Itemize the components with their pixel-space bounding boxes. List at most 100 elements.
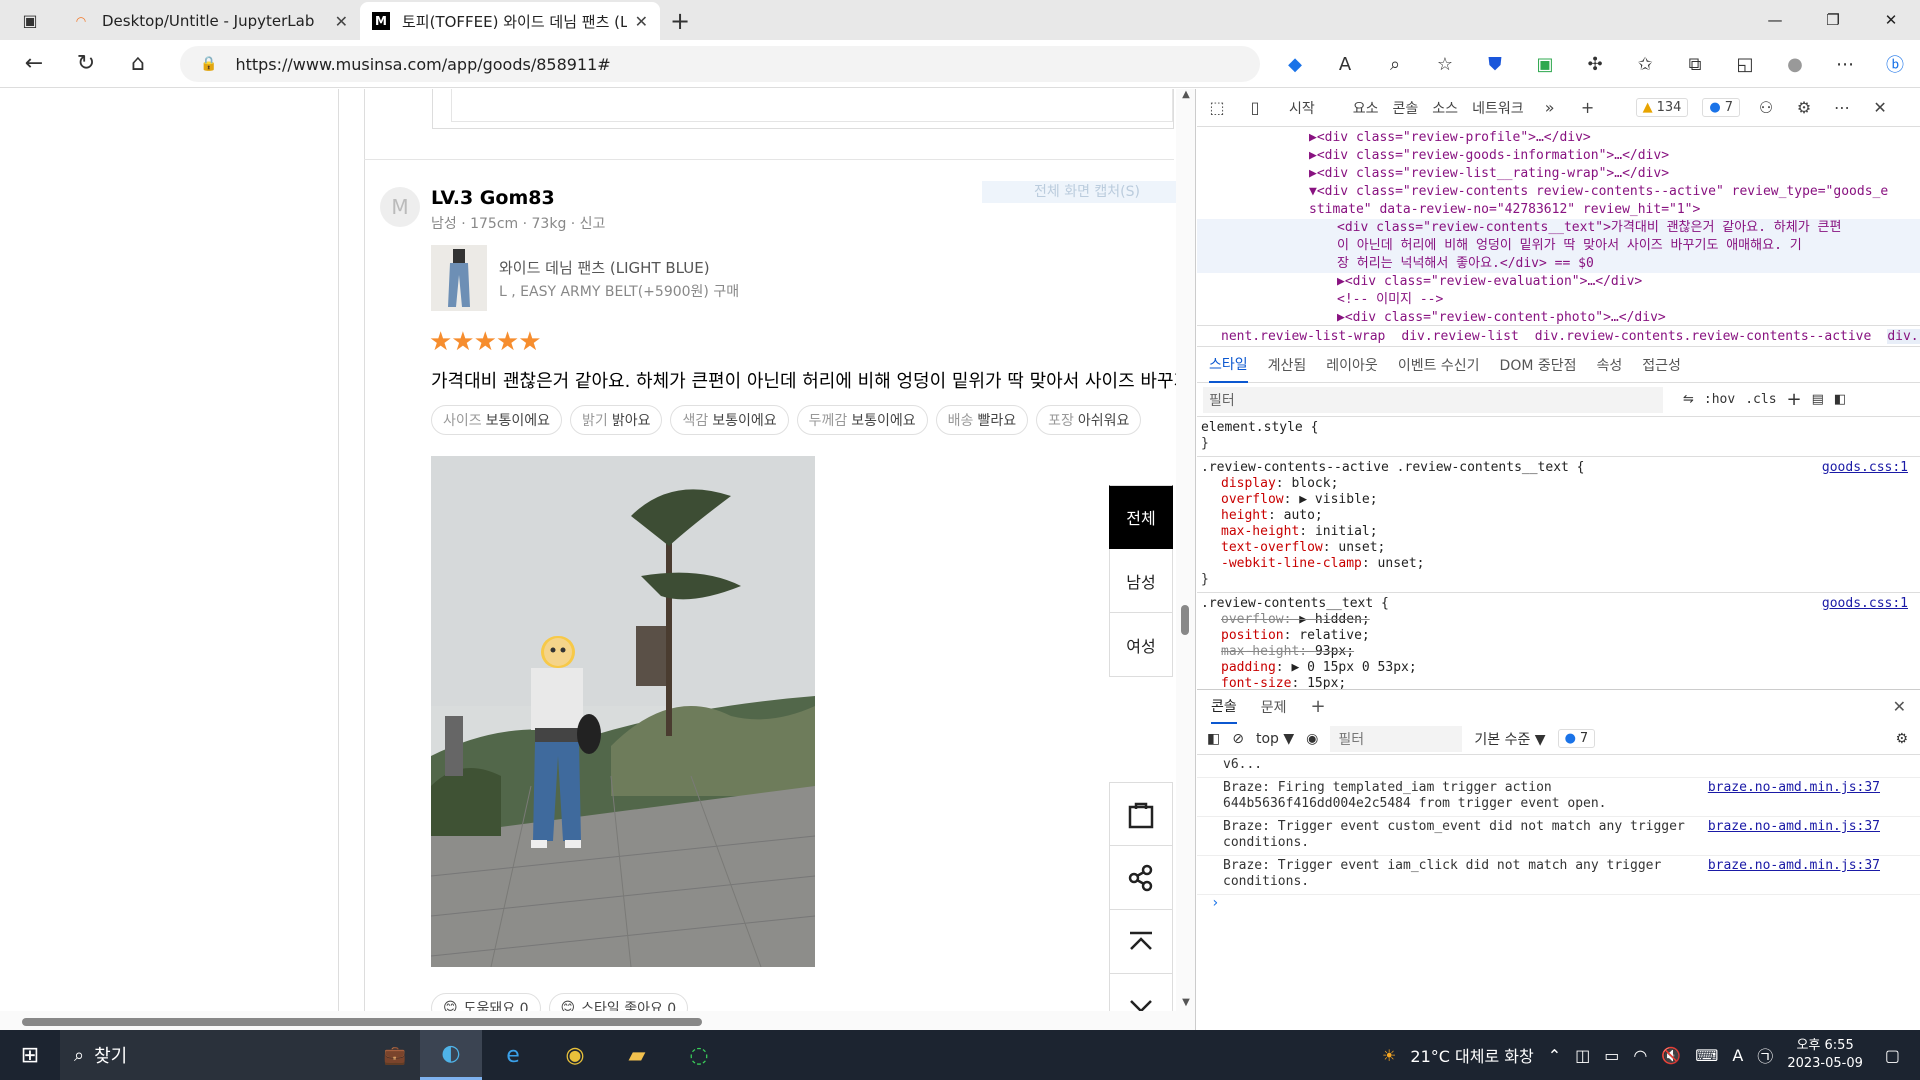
close-drawer-icon[interactable]: ✕ <box>1893 697 1906 716</box>
dom-node[interactable]: ▶<div class="review-goods-information">…… <box>1197 147 1920 165</box>
style-property[interactable]: text-overflow: unset; <box>1201 540 1916 556</box>
extension-green-icon[interactable]: ▣ <box>1520 54 1570 75</box>
styles-tab[interactable]: 계산됨 <box>1268 355 1307 375</box>
share-icon[interactable] <box>1109 846 1173 910</box>
more-icon[interactable]: ⋯ <box>1830 98 1854 117</box>
chrome-app-icon[interactable]: ◉ <box>544 1030 606 1080</box>
page-scrollbar[interactable]: ▲ ▼ <box>1176 89 1195 1030</box>
context-select[interactable]: top ▼ <box>1256 731 1294 747</box>
profile-icon[interactable]: ● <box>1770 54 1820 75</box>
filter-male[interactable]: 남성 <box>1109 549 1173 613</box>
style-property[interactable]: max-height: 93px; <box>1201 644 1916 660</box>
console-filter-input[interactable]: 필터 <box>1330 725 1463 752</box>
review-photo[interactable] <box>431 456 815 967</box>
messages-badge[interactable]: ● 7 <box>1702 98 1741 117</box>
edge-bar-icon[interactable]: ◱ <box>1720 54 1770 75</box>
breadcrumb-item[interactable]: nent.review-list-wrap <box>1221 329 1385 344</box>
elements-tree[interactable]: ▶<div class="review-profile">…</div> ▶<di… <box>1197 127 1920 325</box>
styles-tab[interactable]: 스타일 <box>1209 347 1248 383</box>
styles-tab[interactable]: 이벤트 수신기 <box>1398 355 1480 375</box>
close-tab-icon[interactable]: ✕ <box>335 12 348 31</box>
tab-actions-icon[interactable]: ▣ <box>0 0 60 40</box>
dom-node[interactable]: <div class="review-contents__text">가격대비 … <box>1197 219 1920 237</box>
taskbar-search[interactable]: ⌕ 찾기 💼 <box>60 1030 420 1080</box>
extension-icon[interactable]: ◆ <box>1270 54 1320 75</box>
style-property[interactable]: -webkit-line-clamp: unset; <box>1201 556 1916 572</box>
filter-all[interactable]: 전체 <box>1109 485 1173 549</box>
edge-app-icon[interactable]: ◐ <box>420 1030 482 1080</box>
collections-icon[interactable]: ⧉ <box>1670 54 1720 75</box>
shield-icon[interactable]: ⛊ <box>1470 54 1520 75</box>
dom-node[interactable]: 이 아닌데 허리에 비해 엉덩이 밑위가 딱 맞아서 사이즈 바꾸기도 애매해요… <box>1197 237 1920 255</box>
wifi-icon[interactable]: ◠ <box>1633 1046 1647 1065</box>
shopping-bag-icon[interactable] <box>1109 782 1173 846</box>
console-messages-badge[interactable]: ● 7 <box>1557 729 1596 748</box>
dom-node[interactable]: ▶<div class="review-content-photo">…</di… <box>1197 309 1920 325</box>
paint-icon[interactable]: ▤ <box>1812 392 1824 407</box>
weather-text[interactable]: 21°C 대체로 화창 <box>1410 1043 1533 1067</box>
dom-node[interactable]: 장 허리는 넉넉해서 좋아요.</div> == $0 <box>1197 255 1920 273</box>
dom-node[interactable]: ▶<div class="review-profile">…</div> <box>1197 129 1920 147</box>
dom-node[interactable]: <!-- 이미지 --> <box>1197 291 1920 309</box>
warnings-badge[interactable]: ▲ 134 <box>1635 98 1689 117</box>
close-tab-icon[interactable]: ✕ <box>635 12 648 31</box>
windows-start-icon[interactable]: ⊞ <box>0 1030 60 1080</box>
tab-musinsa[interactable]: M 토피(TOFFEE) 와이드 데님 팬츠 (LIGHT BLUE) ✕ <box>360 2 660 40</box>
product-name[interactable]: 와이드 데님 팬츠 (LIGHT BLUE) <box>499 257 710 278</box>
log-source-link[interactable]: braze.no-amd.min.js:37 <box>1708 780 1880 796</box>
read-aloud-icon[interactable]: A <box>1320 54 1370 75</box>
more-tabs-icon[interactable]: » <box>1538 98 1562 117</box>
scroll-down-arrow-icon[interactable]: ▼ <box>1176 997 1195 1008</box>
scrollbar-thumb[interactable] <box>1181 605 1189 635</box>
clear-console-icon[interactable]: ⊘ <box>1232 731 1244 747</box>
sidebar-toggle-icon[interactable]: ◧ <box>1207 731 1220 747</box>
scroll-top-icon[interactable] <box>1109 910 1173 974</box>
console-tab[interactable]: 콘솔 <box>1211 690 1237 724</box>
log-source-link[interactable]: braze.no-amd.min.js:37 <box>1708 819 1880 835</box>
product-thumbnail[interactable] <box>431 245 487 311</box>
hov-button[interactable]: :hov <box>1704 392 1735 407</box>
scroll-up-arrow-icon[interactable]: ▲ <box>1176 89 1195 100</box>
log-source-link[interactable]: braze.no-amd.min.js:37 <box>1708 858 1880 874</box>
issues-tab[interactable]: 문제 <box>1261 697 1287 717</box>
style-property[interactable]: padding: ▶ 0 15px 0 53px; <box>1201 660 1916 676</box>
address-bar[interactable]: 🔒 https://www.musinsa.com/app/goods/8589… <box>180 46 1260 82</box>
network-icon[interactable]: ◫ <box>1575 1046 1590 1065</box>
style-property[interactable]: overflow: ▶ visible; <box>1201 492 1916 508</box>
console-prompt[interactable]: › <box>1197 895 1920 911</box>
sidebar-icon[interactable]: ◧ <box>1834 392 1846 407</box>
style-property[interactable]: height: auto; <box>1201 508 1916 524</box>
rule-source-link[interactable]: goods.css:1 <box>1822 596 1908 612</box>
styles-tab[interactable]: 레이아웃 <box>1326 355 1378 375</box>
filter-female[interactable]: 여성 <box>1109 613 1173 677</box>
connect-icon[interactable]: ⚇ <box>1754 98 1778 117</box>
styles-tab[interactable]: 속성 <box>1597 355 1623 375</box>
ie-app-icon[interactable]: e <box>482 1030 544 1080</box>
breadcrumb-item[interactable]: div.review-contents.review-contents--act… <box>1535 329 1872 344</box>
devtools-tab[interactable]: 요소 <box>1353 98 1379 118</box>
keyboard-icon[interactable]: ⌨ <box>1695 1046 1718 1065</box>
breadcrumb-item[interactable]: div.review-contents__text <box>1887 328 1920 344</box>
console-settings-icon[interactable]: ⚙ <box>1895 731 1908 747</box>
eye-icon[interactable]: ◉ <box>1306 731 1318 747</box>
settings-icon[interactable]: ⚙ <box>1792 98 1816 117</box>
devtools-tab[interactable]: 콘솔 <box>1393 98 1419 118</box>
breadcrumb-item[interactable]: div.review-list <box>1401 329 1518 344</box>
style-property[interactable]: font-size: 15px; <box>1201 676 1916 689</box>
ime-mode-icon[interactable]: ㉠ <box>1757 1043 1773 1067</box>
tray-expand-icon[interactable]: ⌃ <box>1548 1046 1561 1065</box>
new-rule-icon[interactable]: + <box>1787 389 1802 410</box>
refresh-icon[interactable]: ↻ <box>60 44 112 84</box>
device-icon[interactable]: ▯ <box>1243 98 1267 117</box>
style-property[interactable]: max-height: initial; <box>1201 524 1916 540</box>
volume-icon[interactable]: 🔇 <box>1661 1046 1681 1065</box>
bing-icon[interactable]: ⓑ <box>1870 51 1920 77</box>
page-horizontal-scrollbar[interactable] <box>0 1011 1176 1030</box>
style-property[interactable]: overflow: ▶ hidden; <box>1201 612 1916 628</box>
maximize-icon[interactable]: ❐ <box>1804 0 1862 40</box>
favorites-icon[interactable]: ✩ <box>1620 54 1670 75</box>
styles-filter-input[interactable]: 필터 <box>1203 386 1663 413</box>
inspect-icon[interactable]: ⬚ <box>1205 98 1229 117</box>
home-icon[interactable]: ⌂ <box>112 44 164 84</box>
add-drawer-tab-icon[interactable]: + <box>1311 696 1326 717</box>
